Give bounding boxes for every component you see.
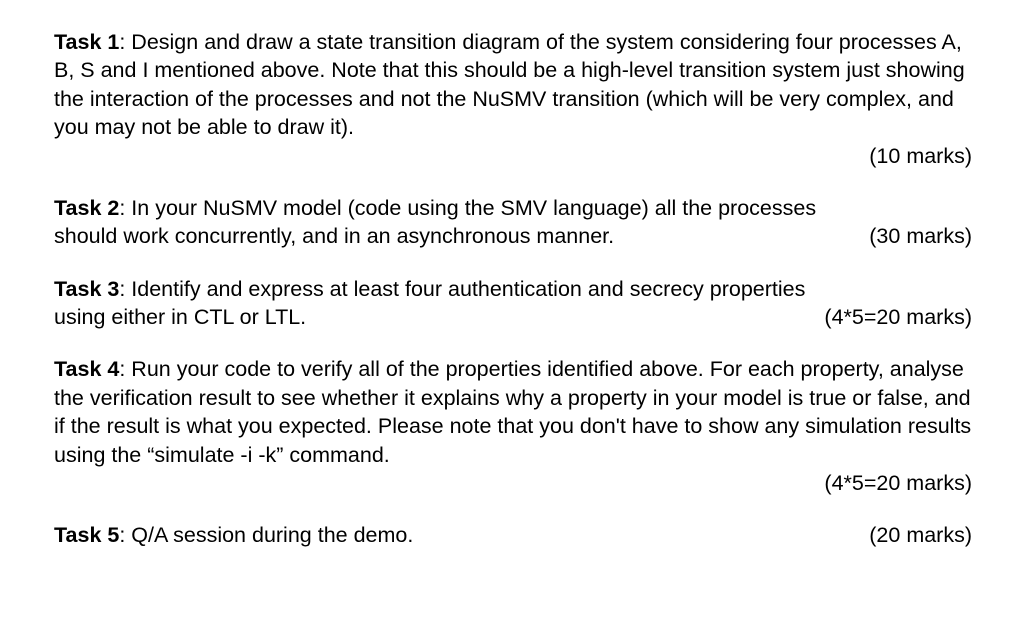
task-last-line: should work concurrently, and in an asyn… <box>54 222 972 250</box>
task-2: Task 2: In your NuSMV model (code using … <box>54 194 972 251</box>
task-body: Task 3: Identify and express at least fo… <box>54 275 972 303</box>
task-text: : Run your code to verify all of the pro… <box>54 357 971 466</box>
task-marks-row: (10 marks) <box>54 142 972 170</box>
task-label: Task 5 <box>54 523 119 547</box>
task-text: : Design and draw a state transition dia… <box>54 30 965 139</box>
task-marks: (4*5=20 marks) <box>824 469 972 497</box>
task-marks: (20 marks) <box>869 521 972 549</box>
task-body: Task 4: Run your code to verify all of t… <box>54 355 972 469</box>
task-last-line: using either in CTL or LTL. (4*5=20 mark… <box>54 303 972 331</box>
task-1: Task 1: Design and draw a state transiti… <box>54 28 972 170</box>
task-4: Task 4: Run your code to verify all of t… <box>54 355 972 497</box>
task-text: : Q/A session during the demo. <box>119 523 413 547</box>
task-5: Task 5: Q/A session during the demo. (20… <box>54 521 972 549</box>
task-body: Task 2: In your NuSMV model (code using … <box>54 194 972 222</box>
task-label: Task 3 <box>54 277 119 301</box>
task-text-inline: using either in CTL or LTL. <box>54 303 306 331</box>
task-3: Task 3: Identify and express at least fo… <box>54 275 972 332</box>
task-text-inline: Task 5: Q/A session during the demo. <box>54 521 413 549</box>
task-text-before: : Identify and express at least four aut… <box>119 277 805 301</box>
task-body: Task 1: Design and draw a state transiti… <box>54 28 972 142</box>
task-label: Task 4 <box>54 357 119 381</box>
task-marks: (10 marks) <box>869 142 972 170</box>
task-label: Task 1 <box>54 30 119 54</box>
task-text-before: : In your NuSMV model (code using the SM… <box>119 196 816 220</box>
task-marks-row: (4*5=20 marks) <box>54 469 972 497</box>
task-marks: (4*5=20 marks) <box>824 303 972 331</box>
task-last-line: Task 5: Q/A session during the demo. (20… <box>54 521 972 549</box>
task-marks: (30 marks) <box>869 222 972 250</box>
task-text-inline: should work concurrently, and in an asyn… <box>54 222 614 250</box>
task-label: Task 2 <box>54 196 119 220</box>
